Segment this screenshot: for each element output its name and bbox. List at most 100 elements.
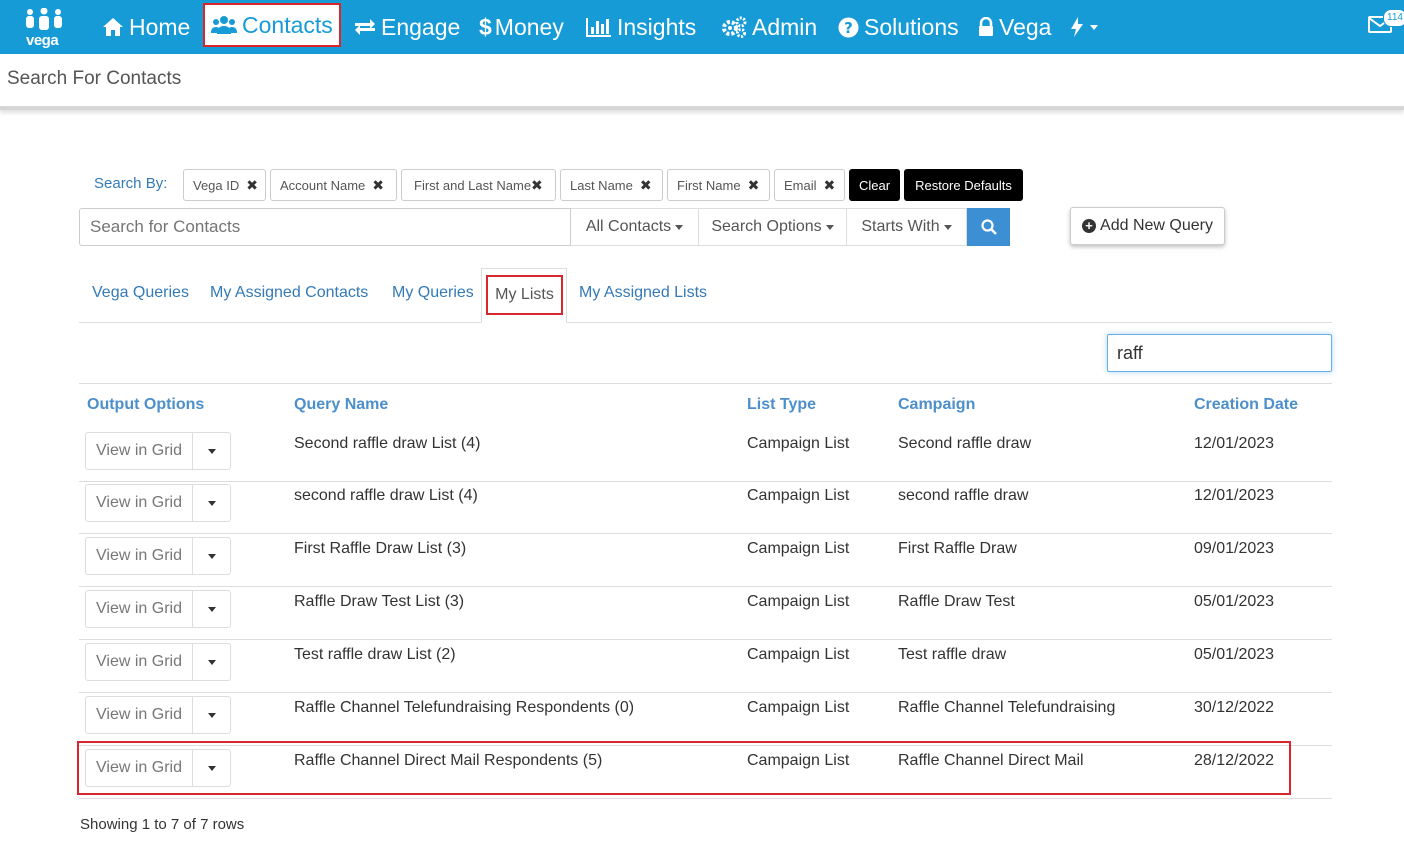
- view-in-grid-button[interactable]: View in Grid: [85, 432, 193, 470]
- clear-button[interactable]: Clear: [849, 169, 900, 201]
- list-type-cell: Campaign List: [747, 487, 850, 504]
- campaign-cell: second raffle draw: [898, 487, 1029, 504]
- output-options-dropdown[interactable]: [192, 537, 231, 575]
- chevron-down-icon: [1090, 24, 1098, 30]
- plus-circle-icon: +: [1082, 219, 1097, 233]
- match-mode-dropdown[interactable]: Starts With: [847, 208, 967, 246]
- chip-email[interactable]: Email ✖: [774, 169, 845, 201]
- chip-last-name[interactable]: Last Name ✖: [560, 169, 663, 201]
- nav-engage[interactable]: Engage: [354, 0, 460, 54]
- output-options-dropdown[interactable]: [192, 590, 231, 628]
- chip-account-name[interactable]: Account Name ✖: [270, 169, 397, 201]
- tab-my-assigned-contacts[interactable]: My Assigned Contacts: [210, 284, 368, 302]
- list-type-cell: Campaign List: [747, 646, 850, 663]
- chevron-down-icon: [207, 500, 216, 506]
- list-type-cell: Campaign List: [747, 752, 850, 769]
- table-row: View in Grid second raffle draw List (4) C…: [79, 481, 1332, 534]
- top-navbar: vega Home Contacts Engage $ Money Insigh…: [0, 0, 1404, 54]
- remove-icon[interactable]: ✖: [824, 177, 836, 194]
- nav-label: Insights: [617, 13, 697, 40]
- chip-label: First Name: [677, 177, 741, 193]
- output-options-dropdown[interactable]: [192, 696, 231, 734]
- chip-vega-id[interactable]: Vega ID ✖: [183, 169, 266, 201]
- column-header-list-type[interactable]: List Type: [747, 396, 816, 414]
- nav-label: Home: [129, 13, 191, 40]
- remove-icon[interactable]: ✖: [748, 177, 760, 194]
- view-in-grid-button[interactable]: View in Grid: [85, 696, 193, 734]
- nav-label: Solutions: [864, 13, 959, 40]
- campaign-cell: Second raffle draw: [898, 435, 1032, 452]
- contacts-scope-dropdown[interactable]: All Contacts: [571, 208, 699, 246]
- view-in-grid-button[interactable]: View in Grid: [85, 643, 193, 681]
- tab-my-lists[interactable]: My Lists: [486, 275, 563, 315]
- add-new-query-button[interactable]: + Add New Query: [1070, 207, 1225, 245]
- tab-my-queries[interactable]: My Queries: [392, 284, 474, 302]
- view-in-grid-button[interactable]: View in Grid: [85, 537, 193, 575]
- chip-label: Email: [784, 177, 817, 193]
- chevron-down-icon: [207, 659, 216, 665]
- nav-label: Vega: [999, 13, 1052, 40]
- dropdown-label: All Contacts: [585, 218, 672, 235]
- column-header-creation-date[interactable]: Creation Date: [1194, 396, 1298, 414]
- bolt-icon: [1070, 16, 1084, 38]
- output-options-dropdown[interactable]: [192, 643, 231, 681]
- nav-home[interactable]: Home: [102, 0, 190, 54]
- remove-icon[interactable]: ✖: [640, 177, 652, 194]
- query-name-cell: Raffle Channel Telefundraising Responden…: [294, 699, 635, 716]
- chip-label: Last Name: [570, 177, 633, 193]
- nav-quick-actions[interactable]: [1070, 0, 1098, 54]
- chevron-down-icon: [675, 224, 684, 230]
- row-divider: [79, 798, 1332, 799]
- table-row: View in Grid Second raffle draw List (4) C…: [79, 429, 1332, 482]
- campaign-cell: Raffle Draw Test: [898, 593, 1015, 610]
- chevron-down-icon: [207, 553, 216, 559]
- vega-logo[interactable]: vega: [22, 6, 66, 49]
- nav-vega[interactable]: Vega: [978, 0, 1051, 54]
- chevron-down-icon: [207, 606, 216, 612]
- campaign-cell: First Raffle Draw: [898, 540, 1017, 557]
- svg-text:?: ?: [844, 19, 853, 37]
- column-header-campaign[interactable]: Campaign: [898, 396, 975, 414]
- search-button[interactable]: [967, 208, 1010, 246]
- list-type-cell: Campaign List: [747, 540, 850, 557]
- table-row: View in Grid Raffle Channel Telefundraisi…: [79, 693, 1332, 746]
- nav-solutions[interactable]: ? Solutions: [838, 0, 959, 54]
- search-input[interactable]: [79, 208, 571, 246]
- view-in-grid-button[interactable]: View in Grid: [85, 749, 193, 787]
- chip-label: Vega ID: [193, 177, 240, 193]
- view-in-grid-button[interactable]: View in Grid: [85, 484, 193, 522]
- home-icon: [102, 17, 124, 37]
- view-in-grid-button[interactable]: View in Grid: [85, 590, 193, 628]
- page-header: Search For Contacts: [0, 54, 1404, 110]
- users-icon: [211, 15, 237, 35]
- column-header-query-name[interactable]: Query Name: [294, 396, 388, 414]
- remove-icon[interactable]: ✖: [372, 177, 384, 194]
- table-filter-input[interactable]: [1107, 334, 1332, 372]
- logo-text: vega: [26, 32, 59, 49]
- restore-defaults-button[interactable]: Restore Defaults: [904, 169, 1023, 201]
- creation-date-cell: 05/01/2023: [1194, 646, 1275, 663]
- nav-contacts[interactable]: Contacts: [203, 3, 341, 47]
- output-options-dropdown[interactable]: [192, 749, 231, 787]
- output-options-dropdown[interactable]: [192, 432, 231, 470]
- pagination-info: Showing 1 to 7 of 7 rows: [80, 816, 245, 833]
- tab-my-assigned-lists[interactable]: My Assigned Lists: [579, 284, 707, 302]
- chip-first-name[interactable]: First Name ✖: [667, 169, 770, 201]
- nav-insights[interactable]: Insights: [586, 0, 696, 54]
- creation-date-cell: 12/01/2023: [1194, 487, 1275, 504]
- chip-first-and-last-name[interactable]: First and Last Name ✖: [401, 169, 556, 201]
- remove-icon[interactable]: ✖: [246, 177, 258, 194]
- list-type-cell: Campaign List: [747, 593, 850, 610]
- chevron-down-icon: [943, 224, 952, 230]
- remove-icon[interactable]: ✖: [531, 177, 543, 194]
- nav-money[interactable]: $ Money: [479, 0, 564, 54]
- nav-admin[interactable]: Admin: [721, 0, 817, 54]
- tab-vega-queries[interactable]: Vega Queries: [92, 284, 189, 302]
- output-options-dropdown[interactable]: [192, 484, 231, 522]
- table-top-border: [79, 383, 1332, 384]
- list-type-cell: Campaign List: [747, 435, 850, 452]
- question-circle-icon: ?: [838, 17, 859, 38]
- tabs-divider: [79, 322, 1332, 323]
- cogs-icon: [721, 16, 747, 38]
- search-options-dropdown[interactable]: Search Options: [699, 208, 847, 246]
